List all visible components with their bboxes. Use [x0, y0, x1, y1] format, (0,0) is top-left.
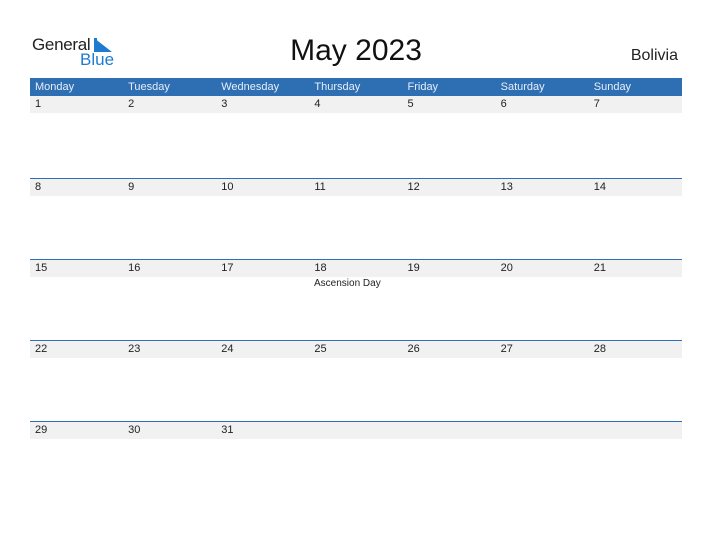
- date-strip: 15 16 17 18 19 20 21: [30, 260, 682, 277]
- week-row: 1 2 3 4 5 6 7: [30, 96, 682, 178]
- calendar-grid: Monday Tuesday Wednesday Thursday Friday…: [30, 78, 682, 502]
- weekday-wednesday: Wednesday: [221, 81, 280, 93]
- day-cell: 25: [314, 343, 327, 355]
- day-cell: 8: [35, 181, 42, 193]
- date-strip: 8 9 10 11 12 13 14: [30, 179, 682, 196]
- day-cell: [589, 422, 682, 439]
- day-cell: 6: [500, 98, 507, 110]
- holiday-event: Ascension Day: [314, 278, 381, 289]
- day-cell: 27: [500, 343, 513, 355]
- weekday-friday: Friday: [407, 81, 439, 93]
- day-cell: 7: [593, 98, 600, 110]
- day-cell: 29: [35, 424, 48, 436]
- day-cell: 28: [593, 343, 606, 355]
- day-cell: 31: [221, 424, 234, 436]
- day-cell: 16: [128, 262, 141, 274]
- day-cell: 17: [221, 262, 234, 274]
- day-cell: 15: [35, 262, 48, 274]
- day-cell: 19: [407, 262, 420, 274]
- day-cell: 1: [35, 98, 42, 110]
- day-cell: 10: [221, 181, 234, 193]
- weekday-tuesday: Tuesday: [128, 81, 170, 93]
- day-cell: [403, 422, 496, 439]
- day-cell: 18: [314, 262, 327, 274]
- day-cell: 23: [128, 343, 141, 355]
- weekday-header: Monday Tuesday Wednesday Thursday Friday…: [30, 78, 682, 96]
- week-row: 8 9 10 11 12 13 14: [30, 178, 682, 259]
- day-cell: 12: [407, 181, 420, 193]
- weekday-thursday: Thursday: [314, 81, 361, 93]
- day-cell: 21: [593, 262, 606, 274]
- week-row: 15 16 17 18 19 20 21 Ascension Day: [30, 259, 682, 340]
- country-label: Bolivia: [630, 47, 678, 64]
- day-cell: 5: [407, 98, 414, 110]
- day-cell: 30: [128, 424, 141, 436]
- date-strip: 1 2 3 4 5 6 7: [30, 96, 682, 113]
- day-cell: [309, 422, 402, 439]
- week-row: 22 23 24 25 26 27 28: [30, 340, 682, 421]
- day-cell: 9: [128, 181, 135, 193]
- day-cell: 26: [407, 343, 420, 355]
- day-cell: 22: [35, 343, 48, 355]
- day-cell: 24: [221, 343, 234, 355]
- day-cell: 4: [314, 98, 321, 110]
- weekday-monday: Monday: [35, 81, 75, 93]
- date-strip: 29 30 31: [30, 422, 682, 439]
- day-cell: 13: [500, 181, 513, 193]
- day-cell: 2: [128, 98, 135, 110]
- day-cell: 14: [593, 181, 606, 193]
- day-cell: [496, 422, 589, 439]
- page-title: May 2023: [290, 34, 422, 67]
- day-cell: 20: [500, 262, 513, 274]
- weekday-saturday: Saturday: [500, 81, 545, 93]
- day-cell: 11: [314, 181, 326, 193]
- date-strip: 22 23 24 25 26 27 28: [30, 341, 682, 358]
- day-cell: 3: [221, 98, 228, 110]
- weekday-sunday: Sunday: [593, 81, 632, 93]
- week-row: 29 30 31: [30, 421, 682, 502]
